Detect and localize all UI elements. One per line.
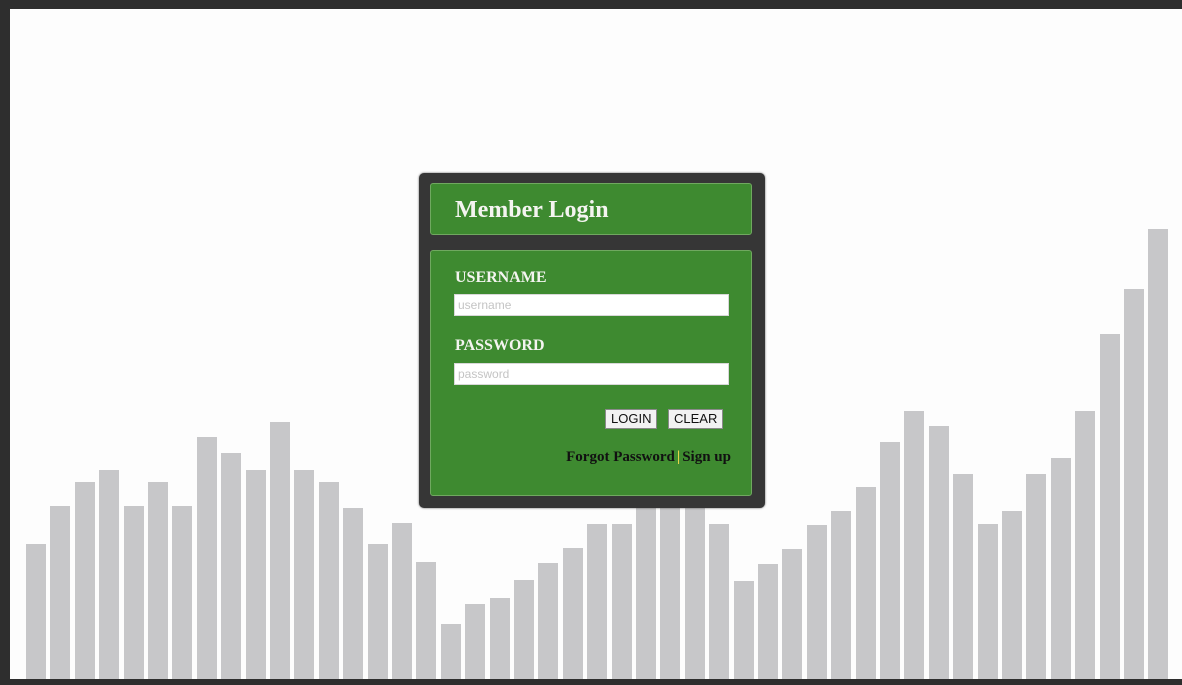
background-bar bbox=[977, 524, 998, 679]
username-input[interactable] bbox=[454, 294, 729, 316]
background-bar bbox=[514, 580, 534, 679]
background-bar bbox=[660, 491, 681, 679]
login-header: Member Login bbox=[430, 183, 752, 235]
background-bar bbox=[50, 506, 71, 679]
background-bar bbox=[26, 544, 46, 679]
background-bar bbox=[855, 487, 876, 679]
background-bar bbox=[221, 453, 242, 679]
background-bar bbox=[270, 422, 290, 679]
sign-up-link[interactable]: Sign up bbox=[682, 449, 731, 465]
password-label: PASSWORD bbox=[455, 337, 545, 354]
background-bar bbox=[1099, 334, 1120, 679]
background-bar bbox=[172, 506, 193, 679]
background-bar bbox=[880, 442, 900, 679]
background-bar bbox=[709, 524, 730, 679]
background-bar bbox=[123, 506, 144, 679]
background-bar bbox=[74, 482, 95, 679]
background-bar bbox=[318, 482, 339, 679]
background-bar bbox=[416, 562, 437, 679]
background-bar bbox=[1002, 511, 1022, 679]
background-bar bbox=[465, 604, 486, 679]
background-bar bbox=[392, 523, 412, 679]
background-bar bbox=[343, 508, 364, 679]
background-bar bbox=[758, 564, 778, 679]
background-bar bbox=[99, 470, 120, 679]
background-bar bbox=[733, 581, 754, 679]
background-bar bbox=[953, 474, 974, 679]
background-bar bbox=[367, 544, 388, 679]
background-bar bbox=[489, 598, 510, 679]
background-bar bbox=[806, 525, 827, 679]
login-button[interactable]: LOGIN bbox=[605, 409, 658, 429]
background-bar bbox=[562, 548, 583, 679]
background-bar bbox=[636, 495, 656, 679]
background-bar bbox=[196, 437, 217, 679]
background-bar bbox=[294, 470, 315, 679]
background-bar bbox=[587, 524, 608, 679]
background-bar bbox=[904, 411, 925, 679]
password-input[interactable] bbox=[454, 363, 729, 385]
background-bar bbox=[1148, 229, 1169, 679]
username-label: USERNAME bbox=[455, 269, 547, 286]
login-card: Member Login USERNAME PASSWORD LOGIN CLE… bbox=[419, 173, 765, 508]
background-bar bbox=[440, 624, 461, 679]
background-bar bbox=[1026, 474, 1047, 679]
background-bar bbox=[148, 482, 168, 679]
background-bar bbox=[245, 470, 266, 679]
background-bar bbox=[928, 426, 949, 679]
background-bar bbox=[782, 549, 803, 679]
background-bar bbox=[1050, 458, 1071, 679]
background-bar bbox=[1124, 289, 1144, 679]
background-bar bbox=[538, 563, 559, 679]
login-form: USERNAME PASSWORD LOGIN CLEAR Forgot Pas… bbox=[430, 250, 752, 496]
login-links: Forgot Password | Sign up bbox=[566, 449, 731, 466]
clear-button[interactable]: CLEAR bbox=[668, 409, 724, 429]
login-title: Member Login bbox=[455, 197, 609, 223]
background-bar bbox=[1075, 411, 1096, 679]
background-bar bbox=[684, 485, 705, 679]
background-bar bbox=[831, 511, 852, 679]
link-separator: | bbox=[676, 449, 681, 465]
forgot-password-link[interactable]: Forgot Password bbox=[566, 449, 675, 465]
background-bar bbox=[611, 524, 632, 679]
